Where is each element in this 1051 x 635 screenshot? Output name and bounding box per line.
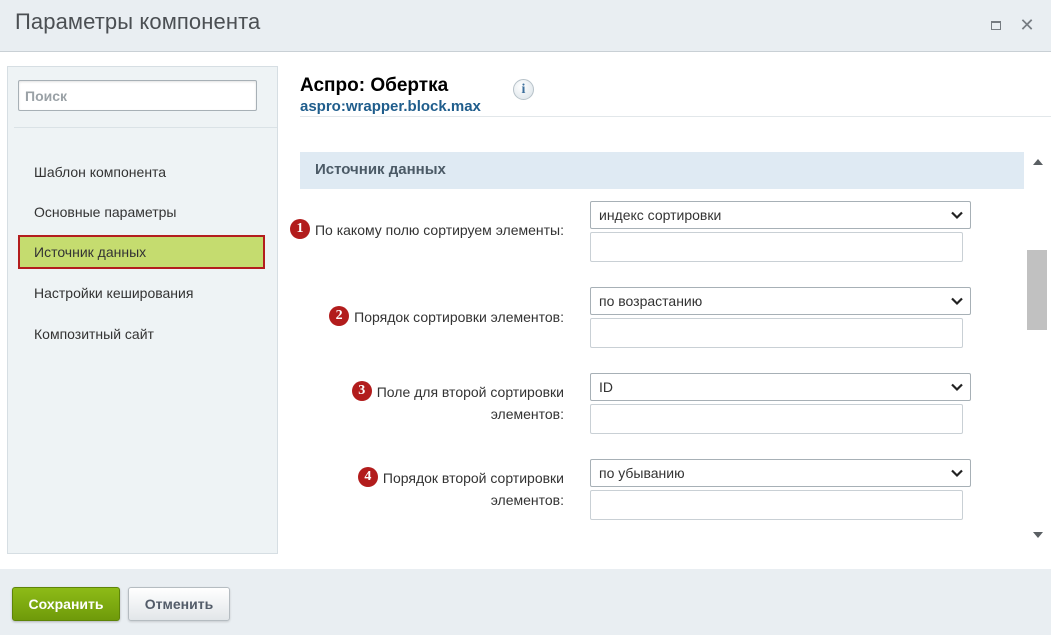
close-icon: ✕ — [1019, 15, 1035, 35]
select-value: ID — [599, 379, 613, 395]
select-value: по убыванию — [599, 465, 685, 481]
param-label-sort-field: 1 По какому полю сортируем элементы: — [270, 219, 564, 241]
dialog-titlebar: Параметры компонента ✕ — [0, 0, 1051, 52]
select-value: по возрастанию — [599, 293, 703, 309]
select-value: индекс сортировки — [599, 207, 722, 223]
step-badge: 1 — [289, 219, 310, 240]
sidebar-item-data-source[interactable]: Источник данных — [18, 235, 265, 269]
sidebar-item-cache-settings[interactable]: Настройки кеширования — [18, 276, 265, 310]
step-badge: 2 — [329, 306, 350, 327]
scroll-down-arrow-icon[interactable] — [1033, 532, 1043, 538]
scrollbar[interactable] — [1024, 152, 1051, 546]
second-sort-field-custom-input[interactable] — [590, 404, 963, 434]
param-label-text: Порядок сортировки элементов: — [354, 309, 564, 325]
info-icon[interactable]: i — [513, 79, 534, 100]
dialog-footer: Сохранить Отменить — [0, 569, 1051, 635]
sort-order-select[interactable]: по возрастанию — [590, 287, 971, 315]
param-label-second-sort-order: 4 Порядок второй сортировки элементов: — [300, 467, 564, 511]
maximize-button[interactable] — [984, 13, 1008, 37]
step-badge: 3 — [351, 381, 372, 402]
second-sort-order-custom-input[interactable] — [590, 490, 963, 520]
sort-order-custom-input[interactable] — [590, 318, 963, 348]
cancel-button[interactable]: Отменить — [128, 587, 230, 621]
chevron-down-icon — [951, 297, 963, 306]
scroll-up-arrow-icon[interactable] — [1033, 159, 1043, 165]
close-button[interactable]: ✕ — [1015, 13, 1039, 37]
second-sort-order-select[interactable]: по убыванию — [590, 459, 971, 487]
chevron-down-icon — [951, 211, 963, 220]
save-button[interactable]: Сохранить — [12, 587, 120, 621]
sidebar: Шаблон компонента Основные параметры Ист… — [7, 66, 278, 554]
param-label-second-sort-field: 3 Поле для второй сортировки элементов: — [300, 381, 564, 425]
param-label-sort-order: 2 Порядок сортировки элементов: — [300, 306, 564, 328]
sidebar-item-main-params[interactable]: Основные параметры — [18, 195, 265, 229]
param-label-text: По какому полю сортируем элементы: — [314, 222, 564, 238]
step-badge: 4 — [357, 467, 378, 488]
chevron-down-icon — [951, 383, 963, 392]
dialog-content: Шаблон компонента Основные параметры Ист… — [0, 52, 1051, 569]
chevron-down-icon — [951, 469, 963, 478]
component-title: Аспро: Обертка — [300, 75, 449, 96]
sort-field-custom-input[interactable] — [590, 232, 963, 262]
param-label-text: Порядок второй сортировки — [382, 470, 564, 486]
search-input[interactable] — [18, 80, 257, 111]
param-label-text: Поле для второй сортировки — [376, 384, 564, 400]
sidebar-divider — [14, 127, 277, 128]
sidebar-item-composite-site[interactable]: Композитный сайт — [18, 317, 265, 351]
param-label-text-line2: элементов: — [490, 406, 564, 423]
component-code: aspro:wrapper.block.max — [300, 98, 481, 115]
section-header: Источник данных — [300, 152, 1024, 189]
header-divider — [300, 116, 1051, 117]
sidebar-item-template[interactable]: Шаблон компонента — [18, 155, 265, 189]
sort-field-select[interactable]: индекс сортировки — [590, 201, 971, 229]
second-sort-field-select[interactable]: ID — [590, 373, 971, 401]
dialog-title: Параметры компонента — [15, 9, 261, 34]
maximize-icon — [991, 21, 1001, 30]
scroll-thumb[interactable] — [1027, 250, 1047, 330]
param-label-text-line2: элементов: — [490, 492, 564, 509]
